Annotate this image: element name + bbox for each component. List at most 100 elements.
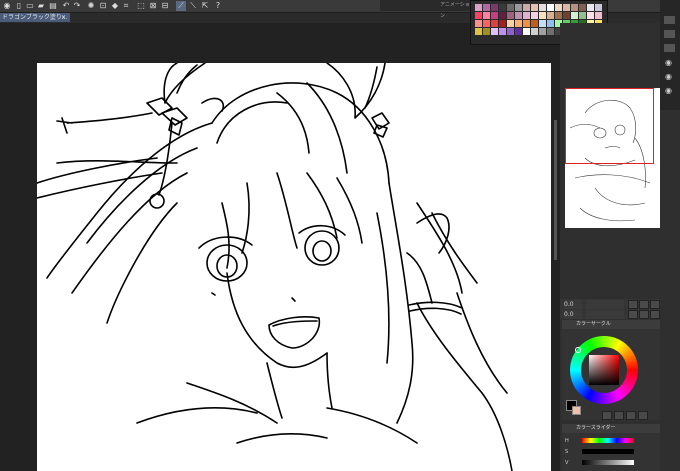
palette-swatch[interactable] (475, 4, 482, 11)
clear-icon[interactable]: ✺ (86, 1, 96, 11)
transform-icon[interactable]: ⌗ (121, 1, 131, 11)
palette-swatch[interactable] (595, 12, 602, 19)
snap-ruler-icon[interactable]: ⟋ (176, 1, 186, 11)
hue-slider[interactable] (582, 438, 634, 443)
rotate-value[interactable]: 0.0 (564, 310, 582, 319)
rotate-right-icon[interactable] (639, 310, 649, 319)
palette-swatch[interactable] (547, 4, 554, 11)
palette-swatch[interactable] (579, 4, 586, 11)
tool-property-icon[interactable] (664, 30, 675, 38)
navigator-preview[interactable] (565, 88, 660, 228)
palette-swatch[interactable] (483, 12, 490, 19)
app-menu-icon[interactable]: ◉ (2, 1, 12, 11)
palette-swatch[interactable] (515, 4, 522, 11)
value-slider[interactable] (582, 460, 634, 465)
invert-selection-icon[interactable]: ⊟ (160, 1, 170, 11)
palette-swatch[interactable] (547, 20, 554, 27)
fill-icon[interactable]: ◆ (110, 1, 120, 11)
palette-swatch[interactable] (499, 12, 506, 19)
palette-swatch[interactable] (507, 4, 514, 11)
palette-swatch[interactable] (595, 4, 602, 11)
eye-icon-2[interactable]: ◉ (665, 72, 672, 81)
palette-swatch[interactable] (507, 28, 514, 35)
palette-swatch[interactable] (587, 4, 594, 11)
palette-swatch[interactable] (515, 12, 522, 19)
palette-swatch[interactable] (475, 12, 482, 19)
palette-swatch[interactable] (555, 12, 562, 19)
palette-swatch[interactable] (571, 4, 578, 11)
palette-swatch[interactable] (555, 4, 562, 11)
zoom-out-icon[interactable] (639, 300, 649, 309)
saturation-slider[interactable] (582, 449, 634, 454)
palette-swatch[interactable] (539, 28, 546, 35)
zoom-slider[interactable] (586, 300, 624, 309)
color-mode-icon[interactable] (614, 411, 624, 420)
eyedropper-icon[interactable] (602, 411, 612, 420)
grid-snap-icon[interactable]: ⇱ (200, 1, 210, 11)
palette-swatch[interactable] (523, 12, 530, 19)
subtool-icon[interactable] (664, 44, 675, 52)
export-icon[interactable]: ▤ (48, 1, 58, 11)
palette-swatch[interactable] (579, 12, 586, 19)
palette-swatch[interactable] (483, 20, 490, 27)
tab-close-icon[interactable]: × (61, 13, 68, 22)
palette-swatch[interactable] (523, 4, 530, 11)
hue-marker[interactable] (575, 347, 581, 353)
undo-icon[interactable]: ↶ (61, 1, 71, 11)
drawing-canvas[interactable] (37, 63, 551, 471)
rotate-slider[interactable] (586, 310, 624, 319)
palette-swatch[interactable] (539, 12, 546, 19)
palette-swatch[interactable] (491, 28, 498, 35)
palette-swatch[interactable] (507, 12, 514, 19)
palette-swatch[interactable] (499, 28, 506, 35)
palette-swatch[interactable] (483, 28, 490, 35)
canvas-vertical-scrollbar[interactable] (554, 120, 557, 260)
clear-outside-icon[interactable]: ⊡ (98, 1, 108, 11)
new-file-icon[interactable]: ▯ (14, 1, 24, 11)
redo-icon[interactable]: ↷ (72, 1, 82, 11)
palette-swatch[interactable] (547, 28, 554, 35)
palette-swatch[interactable] (491, 4, 498, 11)
sub-color-swatch[interactable] (572, 406, 581, 415)
palette-swatch[interactable] (563, 12, 570, 19)
save-icon[interactable]: ▰ (36, 1, 46, 11)
flip-icon[interactable] (650, 310, 660, 319)
palette-swatch[interactable] (531, 28, 538, 35)
palette-swatch[interactable] (547, 12, 554, 19)
palette-swatch[interactable] (515, 28, 522, 35)
palette-swatch[interactable] (587, 12, 594, 19)
palette-swatch[interactable] (515, 20, 522, 27)
palette-swatch[interactable] (563, 4, 570, 11)
zoom-in-icon[interactable] (628, 300, 638, 309)
snap-special-ruler-icon[interactable]: ⟍ (188, 1, 198, 11)
deselect-icon[interactable]: ⊠ (148, 1, 158, 11)
rotate-left-icon[interactable] (628, 310, 638, 319)
palette-swatch[interactable] (523, 28, 530, 35)
palette-swatch[interactable] (531, 20, 538, 27)
palette-swatch[interactable] (491, 20, 498, 27)
saturation-value-square[interactable] (589, 355, 619, 385)
zoom-value[interactable]: 0.0 (564, 300, 582, 309)
palette-swatch[interactable] (491, 12, 498, 19)
layer-icon[interactable] (664, 16, 675, 24)
selection-icon[interactable]: ⬚ (136, 1, 146, 11)
palette-swatch[interactable] (475, 28, 482, 35)
palette-swatch[interactable] (531, 12, 538, 19)
palette-swatch[interactable] (507, 20, 514, 27)
palette-swatch[interactable] (499, 20, 506, 27)
color-history-icon[interactable] (626, 411, 636, 420)
palette-swatch[interactable] (539, 4, 546, 11)
palette-swatch[interactable] (539, 20, 546, 27)
eye-icon-3[interactable]: ◉ (665, 86, 672, 95)
palette-swatch[interactable] (475, 20, 482, 27)
palette-swatch[interactable] (499, 4, 506, 11)
palette-swatch[interactable] (523, 20, 530, 27)
document-tab[interactable]: ドラゴンブラック塗り... (0, 13, 70, 22)
open-file-icon[interactable]: ▭ (25, 1, 35, 11)
panel-menu-icon[interactable] (638, 411, 648, 420)
fit-icon[interactable] (650, 300, 660, 309)
palette-swatch[interactable] (571, 12, 578, 19)
palette-swatch[interactable] (483, 4, 490, 11)
help-icon[interactable]: ? (213, 1, 223, 11)
eye-icon[interactable]: ◉ (665, 58, 672, 67)
